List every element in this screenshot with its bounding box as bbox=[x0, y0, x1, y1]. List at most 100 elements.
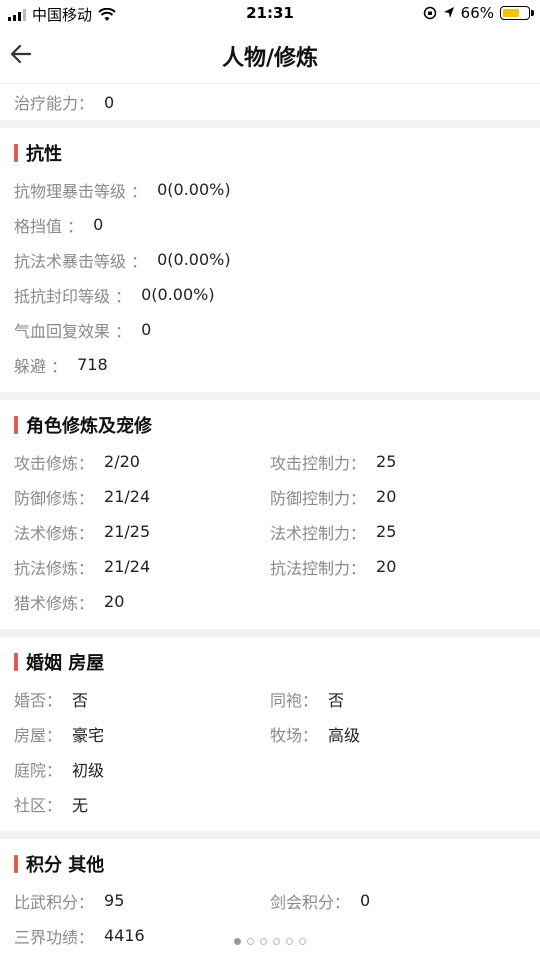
item-label: 抗法术暴击等级 ： bbox=[14, 251, 148, 271]
list-item: 抵抗封印等级 ： 0(0.00%) bbox=[14, 277, 526, 312]
status-bar: 中国移动 21:31 66% bbox=[0, 0, 540, 28]
page-dot[interactable] bbox=[273, 938, 280, 945]
item-value: 0(0.00%) bbox=[157, 180, 231, 199]
item-value: 0 bbox=[360, 891, 371, 910]
orientation-lock-icon bbox=[423, 6, 436, 20]
divider bbox=[0, 831, 540, 839]
page-dot[interactable] bbox=[299, 938, 306, 945]
grid-item bbox=[270, 751, 526, 786]
list-item: 气血回复效果 ： 0 bbox=[14, 312, 526, 347]
item-label: 抗法修炼： bbox=[14, 558, 95, 578]
cultivation-grid: 攻击修炼： 2/20 攻击控制力： 25 防御修炼： 21/24 防御控制力： 20 法… bbox=[14, 444, 526, 619]
item-value: 无 bbox=[72, 795, 89, 815]
grid-item: 同袍： 否 bbox=[270, 681, 526, 716]
item-value: 21/24 bbox=[104, 557, 151, 576]
grid-item: 剑会积分： 0 bbox=[270, 883, 526, 918]
item-value: 高级 bbox=[328, 725, 361, 745]
location-arrow-icon bbox=[443, 7, 454, 18]
grid-item: 法术修炼： 21/25 bbox=[14, 514, 270, 549]
grid-item: 抗法修炼： 21/24 bbox=[14, 549, 270, 584]
grid-item: 防御修炼： 21/24 bbox=[14, 479, 270, 514]
section-accent-bar bbox=[14, 653, 18, 671]
page-dot[interactable] bbox=[260, 938, 267, 945]
item-value: 20 bbox=[376, 557, 397, 576]
section-accent-bar bbox=[14, 144, 18, 162]
section-title: 角色修炼及宠修 bbox=[26, 416, 152, 437]
item-value: 20 bbox=[104, 592, 125, 611]
section-header: 积分 其他 bbox=[14, 849, 526, 879]
section-header: 抗性 bbox=[14, 138, 526, 168]
status-right: 66% bbox=[423, 4, 534, 22]
grid-item: 社区： 无 bbox=[14, 786, 270, 821]
item-label: 防御控制力： bbox=[270, 488, 367, 508]
item-value: 2/20 bbox=[104, 452, 140, 471]
item-value: 初级 bbox=[72, 760, 105, 780]
page-dot[interactable] bbox=[234, 938, 241, 945]
resistance-section: 抗性 抗物理暴击等级 ： 0(0.00%) 格挡值 ： 0 抗法术暴击等级 ： 0(0… bbox=[0, 128, 540, 392]
heal-ability-label: 治疗能力： bbox=[14, 94, 95, 113]
item-label: 剑会积分： bbox=[270, 892, 351, 912]
item-value: 95 bbox=[104, 891, 125, 910]
item-value: 718 bbox=[77, 355, 108, 374]
item-value: 0 bbox=[93, 215, 104, 234]
grid-item: 防御控制力： 20 bbox=[270, 479, 526, 514]
item-label: 法术修炼： bbox=[14, 523, 95, 543]
list-item: 抗法术暴击等级 ： 0(0.00%) bbox=[14, 242, 526, 277]
grid-item: 牧场： 高级 bbox=[270, 716, 526, 751]
item-label: 社区： bbox=[14, 795, 63, 815]
item-value: 21/25 bbox=[104, 522, 151, 541]
resistance-list: 抗物理暴击等级 ： 0(0.00%) 格挡值 ： 0 抗法术暴击等级 ： 0(0.00… bbox=[14, 172, 526, 382]
marriage-grid: 婚否： 否 同袍： 否 房屋： 豪宅 牧场： 高级 庭院： 初级 社区： 无 bbox=[14, 681, 526, 821]
section-header: 婚姻 房屋 bbox=[14, 647, 526, 677]
item-label: 婚否： bbox=[14, 690, 63, 710]
item-value: 20 bbox=[376, 487, 397, 506]
page-title: 人物/修炼 bbox=[221, 46, 319, 71]
grid-item: 攻击控制力： 25 bbox=[270, 444, 526, 479]
heal-ability-row: 治疗能力： 0 bbox=[0, 84, 540, 120]
item-value: 豪宅 bbox=[72, 725, 105, 745]
list-item: 格挡值 ： 0 bbox=[14, 207, 526, 242]
list-item: 抗物理暴击等级 ： 0(0.00%) bbox=[14, 172, 526, 207]
section-title: 抗性 bbox=[26, 144, 62, 165]
divider bbox=[0, 120, 540, 128]
item-value: 25 bbox=[376, 522, 397, 541]
page-dot[interactable] bbox=[286, 938, 293, 945]
list-item: 躲避 ： 718 bbox=[14, 347, 526, 382]
page-dot[interactable] bbox=[247, 938, 254, 945]
item-label: 气血回复效果 ： bbox=[14, 321, 132, 341]
divider bbox=[0, 629, 540, 637]
item-label: 法术控制力： bbox=[270, 523, 367, 543]
grid-item: 庭院： 初级 bbox=[14, 751, 270, 786]
item-value: 否 bbox=[328, 690, 345, 710]
heal-ability-value: 0 bbox=[104, 92, 115, 112]
grid-item: 婚否： 否 bbox=[14, 681, 270, 716]
section-accent-bar bbox=[14, 416, 18, 434]
item-label: 抗物理暴击等级 ： bbox=[14, 181, 148, 201]
item-label: 猎术修炼： bbox=[14, 593, 95, 613]
divider bbox=[0, 392, 540, 400]
battery-icon bbox=[500, 6, 534, 20]
item-label: 牧场： bbox=[270, 725, 319, 745]
grid-item: 攻击修炼： 2/20 bbox=[14, 444, 270, 479]
grid-item: 房屋： 豪宅 bbox=[14, 716, 270, 751]
item-label: 庭院： bbox=[14, 760, 63, 780]
item-label: 比武积分： bbox=[14, 892, 95, 912]
section-accent-bar bbox=[14, 855, 18, 873]
marriage-section: 婚姻 房屋 婚否： 否 同袍： 否 房屋： 豪宅 牧场： 高级 庭院： 初级 社区： 无 bbox=[0, 637, 540, 831]
section-title: 积分 其他 bbox=[26, 855, 105, 876]
battery-percent: 66% bbox=[460, 4, 494, 22]
item-value: 21/24 bbox=[104, 487, 151, 506]
grid-item: 比武积分： 95 bbox=[14, 883, 270, 918]
item-value: 0(0.00%) bbox=[157, 250, 231, 269]
content: 治疗能力： 0 抗性 抗物理暴击等级 ： 0(0.00%) 格挡值 ： 0 抗法术暴… bbox=[0, 84, 540, 960]
section-header: 角色修炼及宠修 bbox=[14, 410, 526, 440]
grid-item: 猎术修炼： 20 bbox=[14, 584, 270, 619]
item-label: 抗法控制力： bbox=[270, 558, 367, 578]
item-label: 房屋： bbox=[14, 725, 63, 745]
cultivation-section: 角色修炼及宠修 攻击修炼： 2/20 攻击控制力： 25 防御修炼： 21/24 防御… bbox=[0, 400, 540, 629]
item-label: 同袍： bbox=[270, 690, 319, 710]
page-indicator[interactable] bbox=[0, 938, 540, 945]
grid-item: 法术控制力： 25 bbox=[270, 514, 526, 549]
grid-item: 抗法控制力： 20 bbox=[270, 549, 526, 584]
item-label: 格挡值 ： bbox=[14, 216, 84, 236]
